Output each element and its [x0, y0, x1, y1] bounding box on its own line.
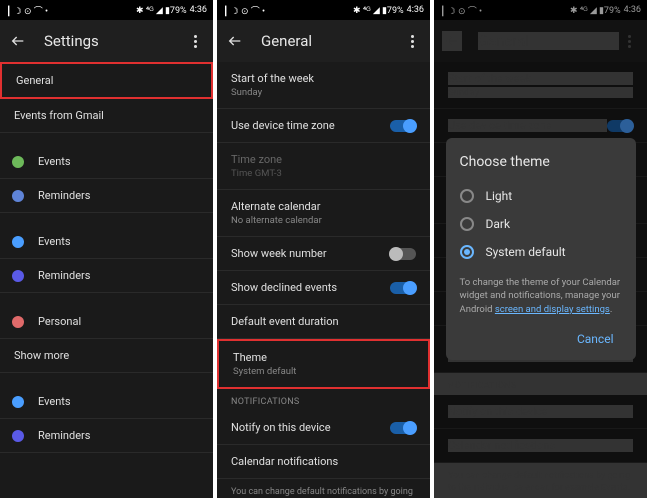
status-time: 4:36 — [190, 5, 207, 15]
calendar-reminders-3[interactable]: Reminders — [0, 419, 213, 453]
toggle-switch[interactable] — [390, 422, 416, 434]
radio-icon — [460, 217, 474, 231]
calendar-color-icon — [12, 190, 24, 202]
toggle-switch[interactable] — [390, 248, 416, 260]
status-bar: ┃ ☽ ⊙ ⌒ • ✱ ⁴ᴳ ◢ ▮79%4:36 — [217, 0, 430, 20]
item-show-declined[interactable]: Show declined events — [217, 271, 430, 305]
status-right-icons: ✱ ⁴ᴳ ◢ ▮79% — [136, 5, 187, 16]
app-header: Settings — [0, 20, 213, 62]
dialog-overlay[interactable]: Choose theme Light Dark System default T… — [434, 0, 647, 498]
dialog-title: Choose theme — [460, 154, 622, 170]
section-notifications: NOTIFICATIONS — [217, 389, 430, 411]
calendar-events-3[interactable]: Events — [0, 385, 213, 419]
calendar-events-2[interactable]: Events — [0, 225, 213, 259]
screen-theme-dialog: ┃ ☽ ⊙ ⌒ • ✱ ⁴ᴳ ◢ ▮79%4:36 General Start … — [434, 0, 647, 498]
calendar-color-icon — [12, 236, 24, 248]
dialog-message: To change the theme of your Calendar wid… — [460, 276, 622, 316]
calendar-reminders-1[interactable]: Reminders — [0, 179, 213, 213]
settings-list: General Events from Gmail Events Reminde… — [0, 62, 213, 453]
item-calendar-notifications[interactable]: Calendar notifications — [217, 445, 430, 479]
general-list: Start of the weekSunday Use device time … — [217, 62, 430, 498]
item-default-duration[interactable]: Default event duration — [217, 305, 430, 339]
calendar-personal[interactable]: Personal — [0, 305, 213, 339]
calendar-color-icon — [12, 396, 24, 408]
calendar-color-icon — [12, 156, 24, 168]
item-alternate-calendar[interactable]: Alternate calendarNo alternate calendar — [217, 190, 430, 237]
calendar-color-icon — [12, 430, 24, 442]
radio-option-light[interactable]: Light — [460, 182, 622, 210]
item-theme[interactable]: ThemeSystem default — [217, 339, 430, 389]
item-start-of-week[interactable]: Start of the weekSunday — [217, 62, 430, 109]
overflow-menu-icon[interactable] — [185, 35, 205, 48]
toggle-switch[interactable] — [390, 282, 416, 294]
status-bar: ┃ ☽ ⊙ ⌒ • ✱ ⁴ᴳ ◢ ▮79% 4:36 — [0, 0, 213, 20]
item-time-zone: Time zoneTime GMT-3 — [217, 143, 430, 190]
calendar-reminders-2[interactable]: Reminders — [0, 259, 213, 293]
item-use-device-tz[interactable]: Use device time zone — [217, 109, 430, 143]
app-header: General — [217, 20, 430, 62]
calendar-color-icon — [12, 316, 24, 328]
screen-settings: ┃ ☽ ⊙ ⌒ • ✱ ⁴ᴳ ◢ ▮79% 4:36 Settings Gene… — [0, 0, 213, 498]
overflow-menu-icon[interactable] — [402, 35, 422, 48]
screen-general: ┃ ☽ ⊙ ⌒ • ✱ ⁴ᴳ ◢ ▮79%4:36 General Start … — [217, 0, 430, 498]
toggle-switch[interactable] — [390, 120, 416, 132]
page-title: General — [261, 32, 402, 50]
item-notify-on-device[interactable]: Notify on this device — [217, 411, 430, 445]
radio-option-dark[interactable]: Dark — [460, 210, 622, 238]
screen-display-settings-link[interactable]: screen and display settings — [495, 304, 610, 315]
item-show-week-number[interactable]: Show week number — [217, 237, 430, 271]
cancel-button[interactable]: Cancel — [569, 326, 622, 352]
radio-option-system-default[interactable]: System default — [460, 238, 622, 266]
calendar-events-1[interactable]: Events — [0, 145, 213, 179]
calendar-color-icon — [12, 270, 24, 282]
notifications-footnote: You can change default notifications by … — [217, 479, 430, 498]
item-show-more[interactable]: Show more — [0, 339, 213, 373]
choose-theme-dialog: Choose theme Light Dark System default T… — [446, 138, 636, 360]
radio-icon — [460, 245, 474, 259]
item-general[interactable]: General — [0, 62, 213, 99]
item-events-from-gmail[interactable]: Events from Gmail — [0, 99, 213, 133]
radio-icon — [460, 189, 474, 203]
status-left-icons: ┃ ☽ ⊙ ⌒ • — [6, 4, 48, 17]
back-arrow-icon[interactable] — [225, 31, 245, 51]
page-title: Settings — [44, 32, 185, 50]
back-arrow-icon[interactable] — [8, 31, 28, 51]
